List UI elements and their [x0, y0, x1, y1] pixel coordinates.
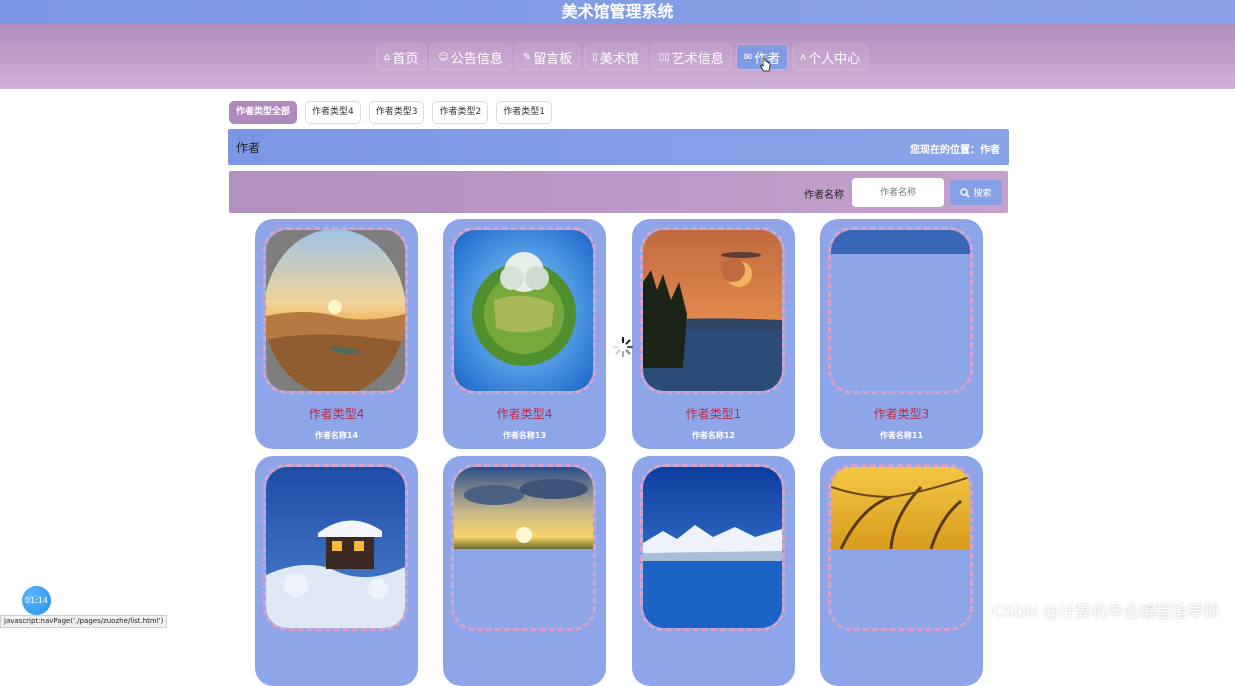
author-type: 作者类型3 [873, 407, 930, 421]
chip-type-2[interactable]: 作者类型2 [432, 101, 489, 124]
author-card[interactable] [820, 456, 983, 686]
search-label: 作者名称 [804, 190, 844, 201]
author-card[interactable] [632, 456, 795, 686]
author-photo [263, 227, 408, 394]
columns-icon: ▯▯ [658, 51, 670, 63]
search-button[interactable]: 搜索 [950, 180, 1002, 205]
app-title: 美术馆管理系统 [0, 0, 1235, 24]
chip-type-4[interactable]: 作者类型4 [305, 101, 361, 124]
mail-icon: ✉ [743, 51, 753, 63]
author-type: 作者类型4 [308, 407, 365, 421]
nav-messageboard[interactable]: ✎ 留言板 [515, 45, 580, 69]
nav-messageboard-label: 留言板 [533, 51, 573, 67]
author-photo [263, 464, 408, 631]
page-title: 作者 [236, 141, 261, 155]
document-icon: ▯ [592, 51, 598, 63]
author-photo [451, 227, 596, 394]
nav-home[interactable]: ⌂ 首页 [377, 45, 426, 69]
nav-museum[interactable]: ▯ 美术馆 [585, 45, 646, 69]
watermark: CSDN @计算机毕业编程指导师 [992, 602, 1219, 621]
author-photo [828, 227, 973, 394]
user-icon: ᴧ [800, 51, 807, 63]
search-input[interactable] [852, 178, 944, 207]
timer-badge: 01:14 [22, 586, 51, 615]
author-photo [640, 464, 785, 631]
loading-spinner-icon [612, 336, 634, 358]
author-card[interactable]: 作者类型4 作者名称13 [443, 219, 606, 449]
chip-type-3[interactable]: 作者类型3 [368, 101, 425, 124]
status-bar-url: javascript:navPage('./pages/zuozhe/list.… [0, 615, 168, 628]
nav-museum-label: 美术馆 [599, 51, 639, 67]
chip-type-1[interactable]: 作者类型1 [496, 101, 552, 124]
edit-icon: ✎ [522, 51, 532, 63]
author-photo [451, 464, 596, 631]
nav-profile[interactable]: ᴧ 个人中心 [793, 45, 868, 69]
author-card[interactable]: 作者类型3 作者名称11 [820, 219, 983, 449]
section-title-bar: 作者 您现在的位置：作者 [228, 129, 1009, 165]
author-name: 作者名称11 [879, 431, 924, 440]
author-name: 作者名称12 [691, 431, 736, 440]
author-card[interactable]: 作者类型4 作者名称14 [255, 219, 418, 449]
nav-art-info[interactable]: ▯▯ 艺术信息 [651, 45, 731, 69]
breadcrumb: 您现在的位置：作者 [910, 145, 1000, 156]
search-icon [960, 187, 971, 198]
author-card[interactable] [443, 456, 606, 686]
nav-profile-label: 个人中心 [808, 51, 861, 67]
author-type-filter: 作者类型全部 作者类型4 作者类型3 作者类型2 作者类型1 [229, 101, 552, 124]
nav-home-label: 首页 [392, 51, 419, 67]
nav-art-info-label: 艺术信息 [671, 51, 724, 67]
author-card[interactable]: 作者类型1 作者名称12 [632, 219, 795, 449]
author-name: 作者名称14 [314, 431, 359, 440]
author-photo [828, 464, 973, 631]
main-nav: ⌂ 首页 ☺ 公告信息 ✎ 留言板 ▯ 美术馆 ▯▯ 艺术信息 ✉ 作者 ᴧ 个人中心 [377, 45, 868, 69]
chip-type-all[interactable]: 作者类型全部 [229, 101, 298, 124]
author-type: 作者类型4 [496, 407, 553, 421]
home-icon: ⌂ [384, 51, 391, 63]
author-name: 作者名称13 [502, 431, 547, 440]
hand-cursor-icon [759, 57, 771, 72]
author-photo [640, 227, 785, 394]
smile-icon: ☺ [438, 51, 449, 63]
author-type: 作者类型1 [685, 407, 742, 421]
nav-notice-label: 公告信息 [450, 51, 503, 67]
author-card[interactable] [255, 456, 418, 686]
search-bar: 作者名称 搜索 [229, 171, 1008, 213]
search-button-label: 搜索 [973, 189, 992, 199]
nav-notice[interactable]: ☺ 公告信息 [431, 45, 510, 69]
